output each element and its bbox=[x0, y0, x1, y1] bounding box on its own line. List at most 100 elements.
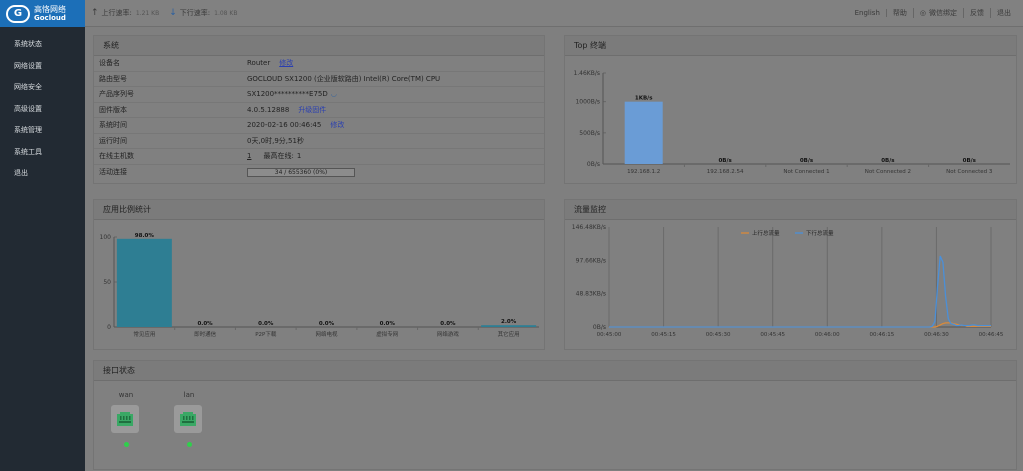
x-tick-label: 192.168.2.54 bbox=[707, 169, 744, 175]
upload-rate: ↑ 上行速率: 1.21 KB bbox=[91, 8, 159, 18]
y-tick-label: 0B/s bbox=[593, 324, 606, 331]
sidebar-item-network-settings[interactable]: 网络设置 bbox=[0, 56, 85, 78]
sidebar-item-network-security[interactable]: 网络安全 bbox=[0, 77, 85, 99]
traffic-panel: 流量监控 0B/s 48.83KB/s 97.66KB/s 146.48KB/s 00:… bbox=[564, 199, 1017, 350]
y-tick-label: 1.46KB/s bbox=[573, 70, 600, 77]
sidebar: 系统状态 网络设置 网络安全 高级设置 系统管理 系统工具 退出 bbox=[0, 27, 85, 471]
edit-time-link[interactable]: 修改 bbox=[330, 120, 344, 130]
brand-name: 高恪网络 bbox=[34, 5, 66, 14]
upgrade-firmware-link[interactable]: 升级固件 bbox=[298, 105, 326, 115]
system-panel-title: 系统 bbox=[94, 36, 544, 56]
system-row-device-name: 设备名 Router 修改 bbox=[94, 56, 544, 72]
bar-value-label: 0.0% bbox=[258, 321, 274, 327]
progress-label: 34 / 655360 (0%) bbox=[274, 168, 328, 176]
chart-bar bbox=[116, 238, 172, 327]
upload-arrow-icon: ↑ bbox=[91, 8, 99, 18]
x-tick-label: Not Connected 3 bbox=[946, 169, 993, 175]
x-tick-label: 00:45:30 bbox=[706, 332, 731, 338]
system-row-online-hosts: 在线主机数 1 最高在线: 1 bbox=[94, 149, 544, 165]
app-stats-title: 应用比例统计 bbox=[94, 200, 544, 220]
y-tick-label: 146.48KB/s bbox=[572, 224, 606, 231]
x-tick-label: Not Connected 2 bbox=[865, 169, 911, 175]
top-bar: ↑ 上行速率: 1.21 KB ↓ 下行速率: 1.08 KB English … bbox=[85, 0, 1023, 27]
bar-value-label: 0B/s bbox=[800, 158, 814, 164]
x-tick-label: 00:46:00 bbox=[815, 332, 840, 338]
traffic-chart: 0B/s 48.83KB/s 97.66KB/s 146.48KB/s 00:45:00… bbox=[572, 224, 1004, 338]
x-tick-label: 00:45:00 bbox=[597, 332, 622, 338]
top-terminal-chart: 0B/s 500B/s 1000B/s 1.46KB/s 1KB/s 192.168.1.… bbox=[573, 70, 1010, 175]
edit-device-name-link[interactable]: 修改 bbox=[279, 58, 293, 68]
row-value: GOCLOUD SX1200 (企业版软路由) Intel(R) Core(TM… bbox=[247, 74, 441, 83]
row-key: 在线主机数 bbox=[99, 152, 134, 161]
y-tick-label: 97.66KB/s bbox=[576, 257, 606, 264]
row-key: 活动连接 bbox=[99, 168, 127, 177]
feedback-link[interactable]: 反馈 bbox=[964, 8, 991, 18]
logout-link[interactable]: 退出 bbox=[991, 8, 1017, 18]
y-tick-label: 48.83KB/s bbox=[576, 291, 606, 298]
legend-label: 下行总流量 bbox=[806, 229, 834, 237]
brand-logo[interactable]: G 高恪网络 Gocloud bbox=[0, 0, 85, 27]
bar-value-label: 0.0% bbox=[380, 321, 396, 327]
language-link[interactable]: English bbox=[849, 9, 887, 17]
row-value: 2020-02-16 00:46:45 bbox=[247, 121, 322, 130]
row-value: Router bbox=[247, 59, 271, 68]
interface-name: lan bbox=[183, 391, 195, 399]
download-arrow-icon: ↓ bbox=[169, 8, 177, 18]
series-line bbox=[609, 255, 991, 328]
sidebar-item-advanced-settings[interactable]: 高级设置 bbox=[0, 99, 85, 121]
traffic-title: 流量监控 bbox=[565, 200, 1016, 220]
bar-value-label: 0B/s bbox=[718, 158, 732, 164]
upload-rate-label: 上行速率: bbox=[101, 9, 132, 17]
max-online-label: 最高在线: bbox=[263, 152, 294, 161]
x-tick-label: 00:45:45 bbox=[760, 332, 785, 338]
interfaces-title: 接口状态 bbox=[94, 361, 1016, 381]
system-row-model: 路由型号 GOCLOUD SX1200 (企业版软路由) Intel(R) Co… bbox=[94, 72, 544, 87]
x-tick-label: 网络游戏 bbox=[437, 330, 460, 338]
interface-lan[interactable]: lan bbox=[174, 391, 204, 447]
x-tick-label: 00:46:15 bbox=[870, 332, 895, 338]
bar-value-label: 1KB/s bbox=[635, 96, 653, 102]
cloud-logo-icon: G bbox=[6, 4, 30, 23]
interface-name: wan bbox=[118, 391, 134, 399]
row-key: 设备名 bbox=[99, 59, 120, 68]
help-link[interactable]: 帮助 bbox=[887, 8, 914, 18]
download-rate-label: 下行速率: bbox=[179, 9, 211, 17]
x-tick-label: 常见应用 bbox=[133, 330, 155, 338]
x-tick-label: 其它应用 bbox=[498, 330, 520, 338]
app-stats-panel: 应用比例统计 0 50 100 98.0% 常见应用 0.0% 即时通信 0.0% P2P下载 0… bbox=[93, 199, 545, 350]
sidebar-item-logout[interactable]: 退出 bbox=[0, 163, 85, 185]
sidebar-item-system-status[interactable]: 系统状态 bbox=[0, 34, 85, 56]
legend-label: 上行总流量 bbox=[752, 229, 780, 237]
top-terminal-title: Top 终端 bbox=[565, 36, 1016, 56]
sidebar-item-system-management[interactable]: 系统管理 bbox=[0, 120, 85, 142]
sidebar-item-system-tools[interactable]: 系统工具 bbox=[0, 142, 85, 164]
x-tick-label: 192.168.1.2 bbox=[627, 169, 660, 175]
system-row-firmware: 固件版本 4.0.5.12888 升级固件 bbox=[94, 103, 544, 118]
x-tick-label: 00:45:15 bbox=[651, 332, 676, 338]
row-key: 路由型号 bbox=[99, 74, 127, 83]
y-tick-label: 500B/s bbox=[579, 130, 600, 137]
row-key: 固件版本 bbox=[99, 105, 127, 114]
bar-value-label: 98.0% bbox=[135, 233, 155, 239]
top-terminal-panel: Top 终端 0B/s 500B/s 1000B/s 1.46KB/s 1KB/s 192… bbox=[564, 35, 1017, 184]
interfaces-panel: 接口状态 wan lan bbox=[93, 360, 1017, 470]
x-tick-label: 虚拟专网 bbox=[376, 330, 399, 338]
wechat-bind-link[interactable]: ◎ 微信绑定 bbox=[914, 8, 964, 18]
row-value: SX1200**********E75D bbox=[247, 90, 328, 99]
system-row-connections: 活动连接 34 / 655360 (0%) bbox=[94, 165, 544, 181]
max-online-value: 1 bbox=[296, 152, 302, 161]
interface-wan[interactable]: wan bbox=[111, 391, 141, 447]
y-tick-label: 100 bbox=[100, 234, 112, 241]
system-row-time: 系统时间 2020-02-16 00:46:45 修改 bbox=[94, 118, 544, 134]
upload-rate-value: 1.21 KB bbox=[135, 9, 160, 17]
bar-value-label: 0.0% bbox=[319, 321, 335, 327]
y-tick-label: 0B/s bbox=[587, 161, 600, 168]
online-hosts-link[interactable]: 1 bbox=[247, 152, 251, 160]
x-tick-label: Not Connected 1 bbox=[783, 169, 829, 175]
bar-value-label: 0B/s bbox=[881, 158, 895, 164]
row-key: 系统时间 bbox=[99, 121, 127, 130]
bar-value-label: 0.0% bbox=[197, 321, 213, 327]
status-dot bbox=[123, 442, 129, 447]
x-tick-label: P2P下载 bbox=[255, 330, 277, 338]
download-rate-value: 1.08 KB bbox=[214, 9, 238, 17]
